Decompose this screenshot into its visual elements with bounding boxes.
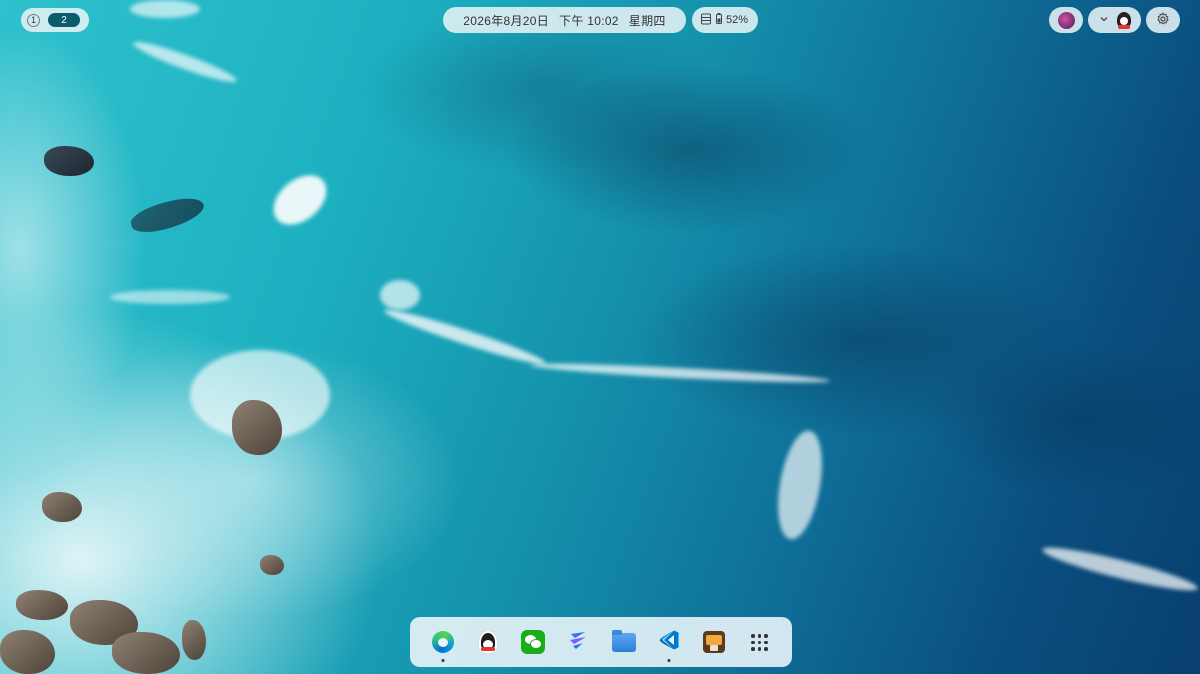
- wave-foam: [381, 304, 549, 370]
- qq-icon: [478, 631, 497, 653]
- wave-foam: [770, 427, 830, 543]
- app-grid-icon: [751, 634, 768, 651]
- wechat-icon: [521, 630, 546, 654]
- clock-weekday: 星期四: [628, 13, 666, 28]
- dock-app-edge[interactable]: [426, 625, 460, 662]
- dock-app-game[interactable]: [697, 625, 731, 659]
- chevron-down-icon[interactable]: [1099, 13, 1109, 27]
- qq-tray-icon[interactable]: [1116, 12, 1131, 29]
- rock: [127, 191, 208, 239]
- rock: [16, 590, 68, 620]
- wave-foam: [380, 280, 420, 310]
- wave-foam: [1040, 540, 1200, 598]
- workspace-switcher[interactable]: 1 2: [21, 8, 89, 32]
- feishu-icon: [567, 629, 589, 656]
- gear-icon: [1156, 11, 1170, 29]
- clock-time: 下午 10:02: [559, 13, 619, 28]
- vscode-icon: [658, 629, 680, 656]
- clock-date: 2026年8月20日: [463, 13, 550, 28]
- workspace-2-indicator[interactable]: 2: [48, 13, 80, 27]
- dock-app-launcher[interactable]: [742, 625, 776, 659]
- running-indicator: [667, 659, 671, 662]
- wave-foam: [130, 36, 240, 88]
- rock: [260, 555, 284, 575]
- system-tray[interactable]: [1088, 7, 1141, 33]
- user-avatar-icon: [1057, 11, 1075, 29]
- wave-foam: [110, 290, 230, 304]
- clock-widget[interactable]: 2026年8月20日 下午 10:02 星期四: [443, 7, 686, 33]
- dock-app-wechat[interactable]: [516, 625, 550, 659]
- workspace-1-indicator[interactable]: 1: [27, 13, 40, 27]
- dock-app-vscode[interactable]: [652, 625, 686, 662]
- game-icon: [703, 631, 726, 653]
- dock-app-files[interactable]: [607, 625, 641, 659]
- battery-icon: [716, 13, 722, 27]
- dock: [410, 617, 792, 667]
- dock-app-feishu[interactable]: [561, 625, 595, 659]
- edge-browser-icon: [431, 631, 454, 653]
- running-indicator: [441, 659, 445, 662]
- dock-app-qq[interactable]: [471, 625, 505, 659]
- folder-icon: [611, 629, 636, 652]
- rock: [112, 632, 180, 674]
- rock: [182, 620, 206, 660]
- settings-button[interactable]: [1146, 7, 1180, 33]
- user-menu-button[interactable]: [1049, 7, 1083, 33]
- rock: [0, 630, 55, 674]
- rock: [44, 146, 94, 176]
- system-status[interactable]: 52%: [692, 7, 758, 33]
- rock: [42, 492, 82, 522]
- wave-foam: [130, 0, 200, 18]
- desktop-wallpaper: [0, 0, 1200, 674]
- wave-foam: [264, 165, 336, 235]
- storage-icon: [700, 13, 712, 28]
- wave-foam: [529, 360, 831, 386]
- battery-percentage: 52%: [726, 14, 749, 26]
